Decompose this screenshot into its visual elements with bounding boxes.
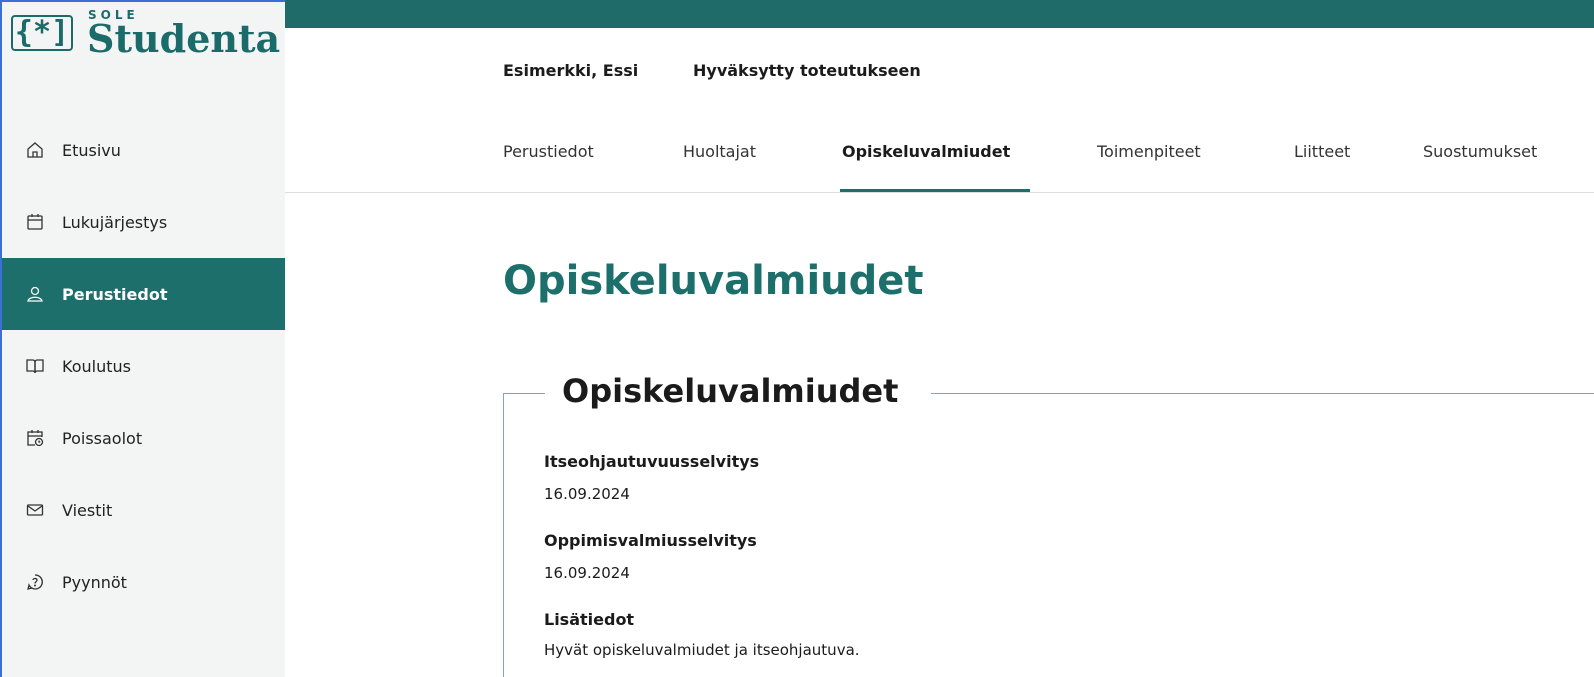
tab-suostumukset[interactable]: Suostumukset [1423,142,1537,161]
student-status: Hyväksytty toteutukseen [693,61,921,80]
active-tab-indicator [840,189,1030,192]
student-name: Esimerkki, Essi [503,61,639,80]
sidebar-item-label: Perustiedot [62,284,168,304]
field-label-oppimisvalmiusselvitys: Oppimisvalmiusselvitys [544,531,757,550]
sidebar-item-label: Koulutus [62,356,131,376]
calendar-icon [26,213,44,231]
sidebar: {*] SOLE Studenta Etusivu Lukujärjestys … [2,2,285,677]
section-border [503,393,504,677]
section-border [503,393,545,394]
sidebar-item-label: Lukujärjestys [62,212,168,232]
tab-toimenpiteet[interactable]: Toimenpiteet [1097,142,1201,161]
mail-icon [26,501,44,519]
sidebar-item-perustiedot[interactable]: Perustiedot [2,258,285,330]
field-label-lisatiedot: Lisätiedot [544,610,635,629]
home-icon [26,141,44,159]
tab-bar: Perustiedot Huoltajat Opiskeluvalmiudet … [285,112,1594,193]
sidebar-item-lukujarjestys[interactable]: Lukujärjestys [2,186,285,258]
sidebar-nav: Etusivu Lukujärjestys Perustiedot Koulut… [2,114,285,618]
logo[interactable]: {*] SOLE Studenta [2,2,285,100]
tab-perustiedot[interactable]: Perustiedot [503,142,594,161]
logo-name: Studenta [87,16,281,61]
section-border [931,393,1594,394]
field-value-oppimisvalmiusselvitys: 16.09.2024 [544,564,630,582]
sidebar-item-label: Etusivu [62,140,121,160]
user-icon [26,285,44,303]
tab-liitteet[interactable]: Liitteet [1294,142,1350,161]
student-header: Esimerkki, Essi Hyväksytty toteutukseen [285,28,1594,112]
sidebar-item-label: Pyynnöt [62,572,127,592]
sidebar-item-poissaolot[interactable]: Poissaolot [2,402,285,474]
sidebar-item-pyynnot[interactable]: Pyynnöt [2,546,285,618]
sidebar-item-label: Viestit [62,500,113,520]
frame-edge [0,0,285,2]
book-icon [26,357,44,375]
field-value-lisatiedot: Hyvät opiskeluvalmiudet ja itseohjautuva… [544,641,860,659]
sidebar-item-viestit[interactable]: Viestit [2,474,285,546]
logo-mark-icon: {*] [10,12,74,54]
calendar-clock-icon [26,429,44,447]
help-icon [26,573,44,591]
sidebar-item-label: Poissaolot [62,428,143,448]
top-bar [285,0,1594,28]
sidebar-item-koulutus[interactable]: Koulutus [2,330,285,402]
section-heading: Opiskeluvalmiudet [562,372,899,410]
page-title: Opiskeluvalmiudet [503,258,924,304]
tab-huoltajat[interactable]: Huoltajat [683,142,756,161]
field-value-itseohjautuvuusselvitys: 16.09.2024 [544,485,630,503]
tab-opiskeluvalmiudet[interactable]: Opiskeluvalmiudet [842,142,1010,161]
sidebar-item-etusivu[interactable]: Etusivu [2,114,285,186]
field-label-itseohjautuvuusselvitys: Itseohjautuvuusselvitys [544,452,760,471]
